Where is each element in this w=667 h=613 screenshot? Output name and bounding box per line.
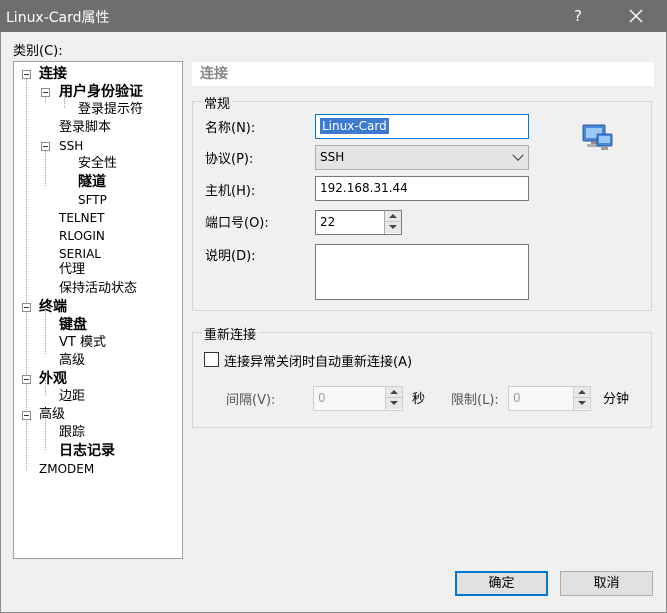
limit-label: 限制(L): — [451, 393, 499, 408]
name-label: 名称(N): — [205, 121, 256, 136]
tree-item-vt-mode[interactable]: VT 模式 — [59, 334, 106, 352]
category-label: 类别(C): — [13, 44, 63, 59]
category-tree[interactable]: 连接 用户身份验证 登录提示符 登录脚本 SSH 安全性 隧道 SFTP TEL… — [13, 61, 183, 559]
tree-item-advanced[interactable]: 高级 — [39, 406, 65, 424]
interval-value: 0 — [318, 391, 326, 405]
tree-item-ssh[interactable]: SSH — [59, 137, 83, 155]
general-group-title: 常规 — [202, 93, 233, 112]
tree-item-login-script[interactable]: 登录脚本 — [59, 119, 111, 137]
reconnect-group-title: 重新连接 — [202, 324, 259, 343]
protocol-select[interactable]: SSH — [315, 145, 529, 170]
name-field[interactable]: Linux-Card — [315, 114, 529, 139]
limit-field[interactable]: 0 — [508, 386, 591, 411]
title-bar: Linux-Card属性 ? — [0, 0, 667, 32]
arrow-up-icon — [578, 390, 586, 394]
cancel-button[interactable]: 取消 — [560, 571, 653, 596]
arrow-down-icon — [578, 401, 586, 405]
minutes-unit: 分钟 — [603, 392, 630, 407]
tree-item-auth[interactable]: 用户身份验证 — [59, 83, 143, 101]
interval-spin-down[interactable] — [386, 398, 402, 409]
expander-terminal[interactable] — [22, 303, 31, 312]
arrow-down-icon — [390, 401, 398, 405]
limit-spin-up[interactable] — [574, 387, 590, 398]
host-label: 主机(H): — [205, 184, 256, 199]
close-button[interactable] — [616, 0, 656, 32]
limit-spin-down[interactable] — [574, 398, 590, 409]
interval-field[interactable]: 0 — [313, 386, 403, 411]
expander-advanced[interactable] — [22, 411, 31, 420]
tree-item-keepalive[interactable]: 保持活动状态 — [59, 280, 137, 298]
tree-item-terminal-advanced[interactable]: 高级 — [59, 352, 85, 370]
limit-spinner[interactable] — [573, 387, 590, 410]
tree-item-keyboard[interactable]: 键盘 — [59, 316, 87, 334]
auto-reconnect-checkbox[interactable] — [204, 352, 219, 367]
tree-item-logging[interactable]: 日志记录 — [59, 442, 115, 460]
protocol-label: 协议(P): — [205, 152, 254, 167]
expander-appearance[interactable] — [22, 375, 31, 384]
tree-item-security[interactable]: 安全性 — [78, 155, 117, 173]
tree-item-login-prompt[interactable]: 登录提示符 — [78, 101, 143, 119]
protocol-value: SSH — [320, 150, 345, 164]
expander-ssh[interactable] — [41, 142, 50, 151]
tree-item-sftp[interactable]: SFTP — [78, 191, 107, 209]
tree-item-connection[interactable]: 连接 — [39, 65, 67, 83]
interval-spinner[interactable] — [385, 387, 402, 410]
port-spinner[interactable] — [384, 211, 401, 234]
port-field[interactable]: 22 — [315, 210, 402, 235]
arrow-up-icon — [390, 390, 398, 394]
tree-item-proxy[interactable]: 代理 — [59, 261, 85, 279]
tree-item-margins[interactable]: 边距 — [59, 388, 85, 406]
help-button[interactable]: ? — [566, 4, 590, 28]
host-field[interactable]: 192.168.31.44 — [315, 176, 529, 201]
tree-item-terminal[interactable]: 终端 — [39, 298, 67, 316]
chevron-down-icon — [512, 149, 524, 161]
seconds-unit: 秒 — [412, 392, 426, 407]
tree-item-appearance[interactable]: 外观 — [39, 370, 67, 388]
network-computers-icon — [582, 124, 613, 150]
limit-value: 0 — [513, 391, 521, 405]
port-spin-up[interactable] — [385, 211, 401, 222]
tree-item-telnet[interactable]: TELNET — [59, 209, 105, 227]
interval-spin-up[interactable] — [386, 387, 402, 398]
description-field[interactable] — [315, 244, 529, 300]
tree-item-trace[interactable]: 跟踪 — [59, 424, 85, 442]
expander-connection[interactable] — [22, 70, 31, 79]
description-label: 说明(D): — [205, 249, 256, 264]
close-icon — [629, 9, 643, 23]
reconnect-group — [192, 332, 652, 428]
window-title: Linux-Card属性 — [6, 10, 110, 26]
ok-button[interactable]: 确定 — [455, 571, 548, 596]
expander-auth[interactable] — [41, 88, 50, 97]
port-label: 端口号(O): — [205, 216, 269, 231]
interval-label: 间隔(V): — [226, 393, 276, 408]
tree-item-rlogin[interactable]: RLOGIN — [59, 227, 105, 245]
arrow-down-icon — [389, 225, 397, 229]
port-spin-down[interactable] — [385, 222, 401, 233]
tree-item-tunnel[interactable]: 隧道 — [78, 173, 106, 191]
host-value: 192.168.31.44 — [320, 181, 408, 195]
section-header: 连接 — [192, 62, 654, 86]
tree-item-zmodem[interactable]: ZMODEM — [39, 460, 94, 478]
arrow-up-icon — [389, 214, 397, 218]
name-value: Linux-Card — [320, 118, 389, 134]
port-value: 22 — [320, 215, 336, 229]
auto-reconnect-label[interactable]: 连接异常关闭时自动重新连接(A) — [224, 351, 412, 370]
